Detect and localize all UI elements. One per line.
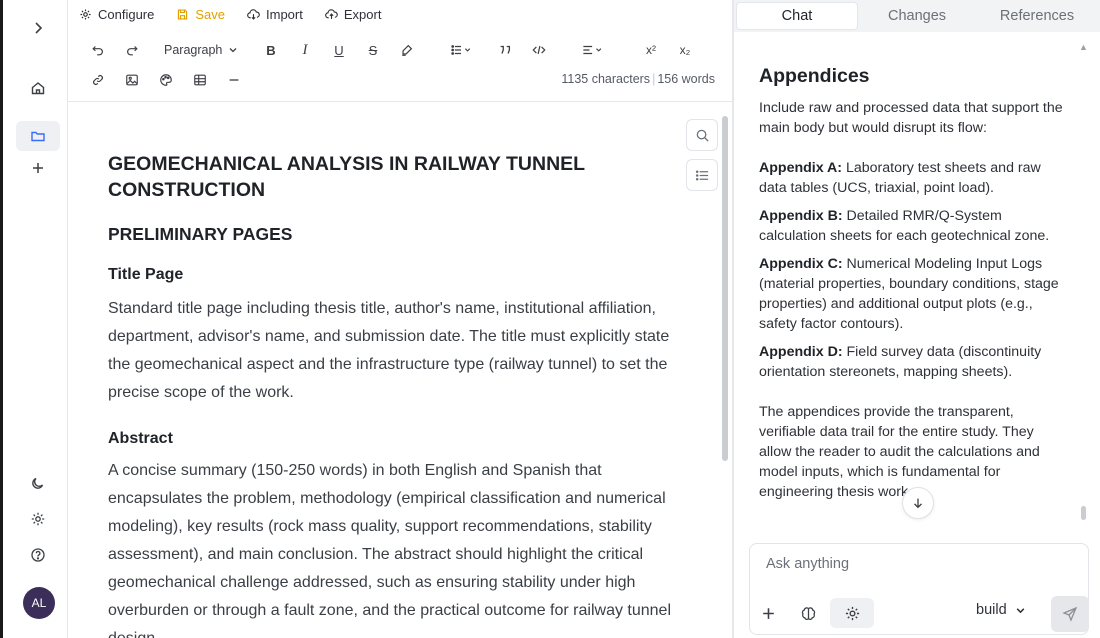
save-icon — [178, 8, 188, 20]
tools-settings-icon[interactable] — [830, 598, 874, 628]
add-attachment-icon[interactable] — [753, 598, 783, 628]
italic-button[interactable]: I — [294, 39, 316, 61]
scroll-down-button[interactable] — [902, 487, 934, 519]
export-cloud-icon — [324, 8, 338, 19]
chat-input[interactable] — [766, 556, 1066, 572]
character-count: 1135 characters — [561, 72, 651, 86]
save-label: Save — [195, 6, 226, 22]
save-button[interactable]: Save — [176, 0, 225, 28]
arrow-down-icon — [914, 498, 922, 509]
outline-list-icon[interactable] — [686, 159, 718, 191]
mode-label: build — [976, 602, 1007, 618]
configure-button[interactable]: Configure — [79, 0, 154, 28]
chat-scrollbar[interactable] — [1081, 506, 1086, 520]
color-palette-icon[interactable] — [155, 69, 177, 91]
chevron-down-icon — [229, 48, 237, 53]
chevron-down-icon — [1016, 607, 1024, 613]
underline-button[interactable]: U — [328, 39, 350, 61]
help-icon[interactable] — [16, 540, 60, 570]
editor-scrollbar[interactable] — [722, 116, 728, 461]
block-type-select[interactable]: Paragraph — [164, 39, 238, 61]
list-item: Appendix A: Laboratory test sheets and r… — [759, 158, 1064, 198]
appendix-label: Appendix D: — [759, 344, 843, 360]
section-heading: PRELIMINARY PAGES — [108, 224, 293, 244]
undo-icon[interactable] — [87, 39, 109, 61]
list-item: Appendix B: Detailed RMR/Q-System calcul… — [759, 206, 1064, 246]
search-icon[interactable] — [686, 119, 718, 151]
user-avatar[interactable]: AL — [23, 587, 55, 619]
paragraph: Standard title page including thesis tit… — [108, 300, 670, 401]
strikethrough-button[interactable]: S — [362, 39, 384, 61]
document-content: GEOMECHANICAL ANALYSIS IN RAILWAY TUNNEL… — [108, 151, 680, 638]
document-stats: 1135 characters | 156 words — [561, 72, 715, 86]
paragraph: A concise summary (150-250 words) in bot… — [108, 462, 671, 638]
bold-button[interactable]: B — [260, 39, 282, 61]
chat-heading: Appendices — [759, 65, 870, 87]
image-icon[interactable] — [121, 69, 143, 91]
scroll-up-arrow-icon[interactable]: ▲ — [1079, 42, 1088, 52]
left-rail: AL — [0, 0, 68, 638]
code-icon[interactable] — [528, 39, 550, 61]
mode-select[interactable]: build — [976, 602, 1026, 618]
chat-message: Appendices Include raw and processed dat… — [759, 64, 1064, 524]
send-button[interactable] — [1051, 596, 1089, 632]
dark-mode-icon[interactable] — [16, 468, 60, 498]
word-count: 156 words — [657, 72, 715, 86]
chat-intro: Include raw and processed data that supp… — [759, 100, 1063, 136]
appendix-label: Appendix C: — [759, 256, 843, 272]
superscript-button[interactable]: x² — [640, 39, 662, 61]
chat-input-box: build — [749, 543, 1089, 635]
export-button[interactable]: Export — [324, 0, 382, 28]
configure-gear-icon — [80, 8, 91, 20]
blockquote-icon[interactable] — [494, 39, 516, 61]
editor-topbar: Configure Save Import Export — [68, 0, 732, 28]
import-cloud-icon — [247, 8, 260, 20]
subscript-button[interactable]: x₂ — [674, 39, 696, 61]
send-icon — [1062, 606, 1078, 622]
import-button[interactable]: Import — [247, 0, 303, 28]
appendix-label: Appendix A: — [759, 160, 843, 176]
text-align-icon[interactable] — [576, 39, 610, 61]
appendix-label: Appendix B: — [759, 208, 843, 224]
formatting-toolbar: Paragraph B I U S x² x₂ 1135 characters |… — [68, 34, 732, 102]
brain-model-icon[interactable] — [793, 598, 823, 628]
folder-icon[interactable] — [16, 121, 60, 151]
export-label: Export — [343, 6, 382, 22]
import-label: Import — [266, 6, 303, 22]
document-editor[interactable]: GEOMECHANICAL ANALYSIS IN RAILWAY TUNNEL… — [68, 103, 732, 638]
tab-references[interactable]: References — [977, 3, 1097, 29]
new-document-icon[interactable] — [16, 153, 60, 183]
tab-changes[interactable]: Changes — [857, 3, 977, 29]
link-icon[interactable] — [87, 69, 109, 91]
panel-tabs: Chat Changes References — [734, 0, 1100, 32]
list-item: Appendix C: Numerical Modeling Input Log… — [759, 254, 1064, 334]
tab-chat[interactable]: Chat — [737, 3, 857, 29]
block-type-label: Paragraph — [164, 43, 223, 57]
bullet-list-icon[interactable] — [444, 39, 478, 61]
home-icon[interactable] — [16, 73, 60, 103]
redo-icon[interactable] — [121, 39, 143, 61]
settings-gear-icon[interactable] — [16, 504, 60, 534]
expand-sidebar-icon[interactable] — [16, 13, 60, 43]
assistant-panel: Chat Changes References ▲ Appendices Inc… — [734, 0, 1100, 638]
subsection-heading: Abstract — [108, 430, 173, 447]
subsection-heading: Title Page — [108, 266, 184, 283]
list-item: Appendix D: Field survey data (discontin… — [759, 342, 1064, 382]
document-title: GEOMECHANICAL ANALYSIS IN RAILWAY TUNNEL… — [108, 153, 585, 201]
configure-label: Configure — [98, 6, 155, 22]
table-icon[interactable] — [189, 69, 211, 91]
highlight-marker-icon[interactable] — [396, 39, 418, 61]
horizontal-rule-icon[interactable] — [223, 69, 245, 91]
